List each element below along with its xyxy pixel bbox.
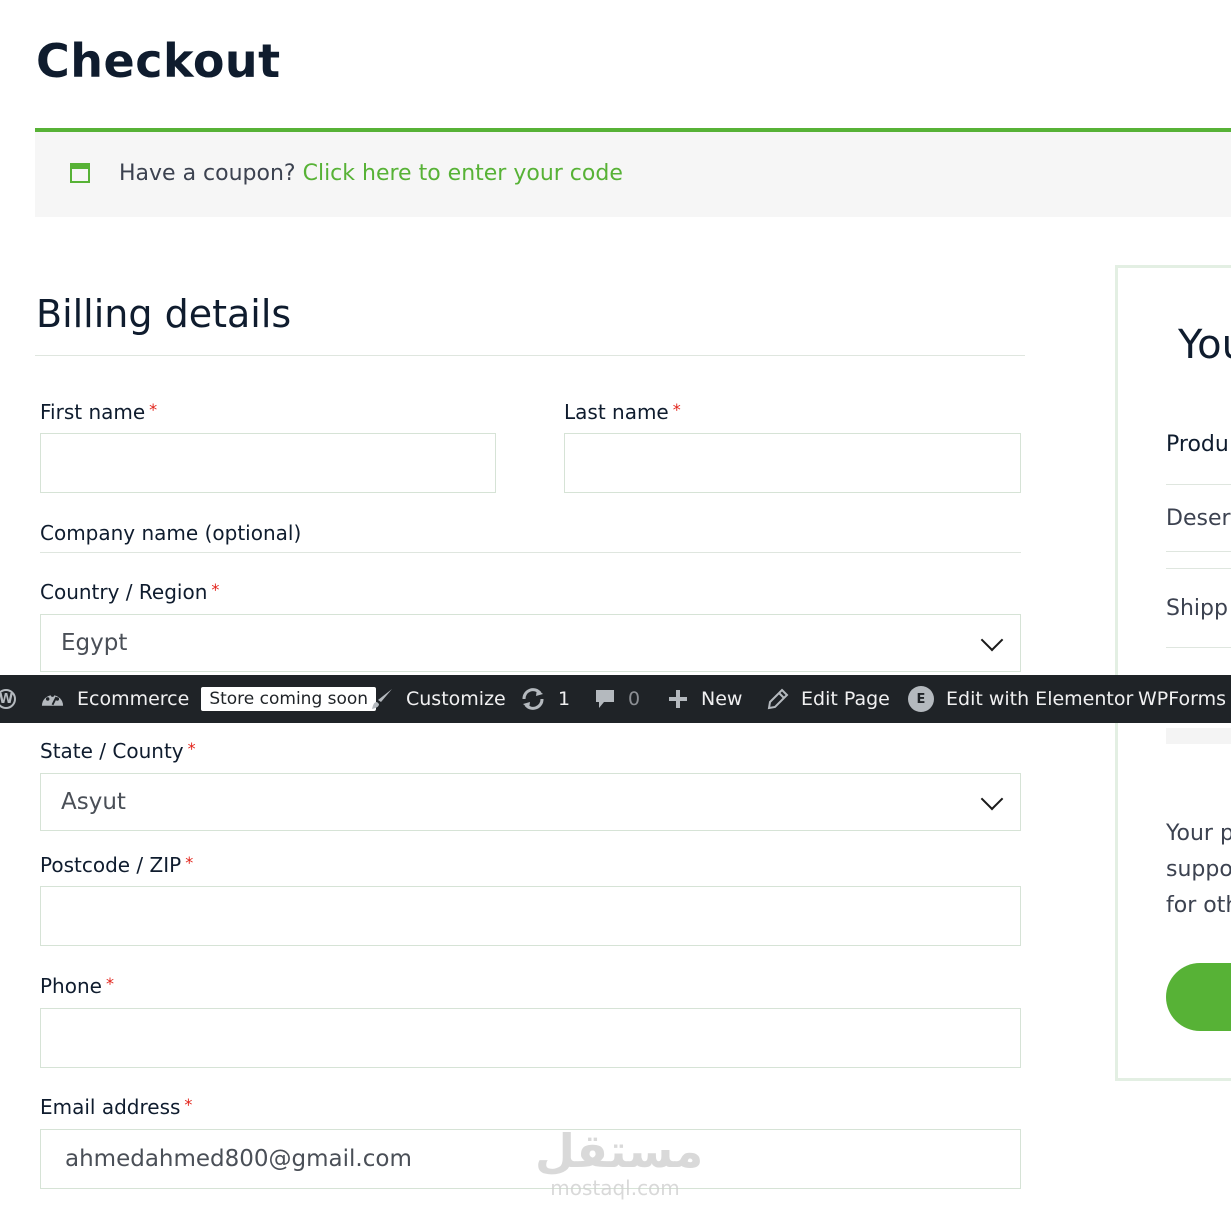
last-name-label-text: Last name bbox=[564, 400, 669, 424]
coupon-prompt: Have a coupon? bbox=[119, 161, 296, 186]
wpforms-menu[interactable]: WPForms bbox=[1138, 675, 1226, 723]
order-divider bbox=[1166, 551, 1231, 552]
dashboard-icon bbox=[41, 693, 64, 706]
required-marker: * bbox=[149, 400, 158, 419]
first-name-label: First name * bbox=[40, 400, 157, 424]
billing-details-heading: Billing details bbox=[36, 292, 292, 336]
state-label: State / County * bbox=[40, 739, 196, 763]
required-marker: * bbox=[185, 853, 194, 872]
required-marker: * bbox=[187, 739, 196, 758]
country-label: Country / Region * bbox=[40, 580, 219, 604]
billing-divider bbox=[35, 355, 1025, 356]
coupon-notice: Have a coupon? Click here to enter your … bbox=[35, 128, 1231, 217]
wordpress-menu[interactable]: W bbox=[0, 675, 16, 723]
required-marker: * bbox=[184, 1095, 193, 1114]
chevron-down-icon bbox=[980, 628, 1004, 652]
privacy-text: Your p suppo for oth bbox=[1166, 816, 1231, 924]
first-name-label-text: First name bbox=[40, 400, 146, 424]
refresh-icon bbox=[522, 688, 544, 710]
required-marker: * bbox=[105, 974, 114, 993]
order-divider bbox=[1166, 647, 1231, 648]
edit-elementor-label: Edit with Elementor bbox=[946, 688, 1134, 710]
order-review-heading: You bbox=[1178, 322, 1231, 368]
country-value: Egypt bbox=[61, 630, 128, 656]
first-name-input[interactable] bbox=[40, 433, 496, 493]
comment-icon bbox=[596, 690, 614, 708]
order-review-panel: You Produ Deser Shipp Your p suppo for o… bbox=[1115, 265, 1231, 1081]
country-label-text: Country / Region bbox=[40, 580, 208, 604]
email-value: ahmedahmed800@gmail.com bbox=[65, 1146, 412, 1172]
plus-icon bbox=[669, 690, 687, 708]
required-marker: * bbox=[672, 400, 681, 419]
new-content-menu[interactable]: New bbox=[667, 675, 742, 723]
privacy-line: Your p bbox=[1166, 821, 1231, 846]
payment-box bbox=[1166, 728, 1231, 744]
coupon-link[interactable]: Click here to enter your code bbox=[303, 161, 623, 186]
edit-page-link[interactable]: Edit Page bbox=[767, 675, 890, 723]
order-item-name: Deser bbox=[1166, 506, 1231, 531]
elementor-icon: E bbox=[908, 686, 934, 712]
postcode-input[interactable] bbox=[40, 886, 1021, 946]
watermark-latin: mostaql.com bbox=[550, 1176, 680, 1200]
country-select[interactable]: Egypt bbox=[40, 614, 1021, 672]
wp-admin-bar: W Ecommerce Store coming soon Customize … bbox=[0, 675, 1231, 723]
watermark-arabic: مستقل bbox=[535, 1124, 704, 1178]
order-product-header: Produ bbox=[1166, 432, 1229, 457]
email-input[interactable]: ahmedahmed800@gmail.com bbox=[40, 1129, 1021, 1189]
privacy-line: for oth bbox=[1166, 893, 1231, 918]
coupon-message: Have a coupon? Click here to enter your … bbox=[119, 161, 623, 186]
order-divider bbox=[1166, 568, 1231, 569]
pencil-icon bbox=[767, 688, 789, 710]
comments-count: 0 bbox=[628, 688, 641, 710]
privacy-line: suppo bbox=[1166, 857, 1231, 882]
customize-label: Customize bbox=[406, 688, 506, 710]
state-label-text: State / County bbox=[40, 739, 184, 763]
site-name-menu[interactable]: Ecommerce Store coming soon bbox=[40, 675, 377, 723]
wordpress-logo-icon: W bbox=[0, 689, 16, 709]
phone-label-text: Phone bbox=[40, 974, 102, 998]
state-value: Asyut bbox=[61, 789, 126, 815]
coupon-window-icon bbox=[70, 163, 90, 183]
chevron-down-icon bbox=[980, 787, 1004, 811]
comments-link[interactable]: 0 bbox=[594, 675, 640, 723]
updates-count: 1 bbox=[558, 688, 571, 710]
last-name-input[interactable] bbox=[564, 433, 1021, 493]
page-title: Checkout bbox=[36, 34, 281, 88]
watermark: مستقل mostaql.com bbox=[535, 1124, 704, 1200]
customize-link[interactable]: Customize bbox=[370, 675, 506, 723]
updates-link[interactable]: 1 bbox=[520, 675, 570, 723]
required-marker: * bbox=[211, 580, 220, 599]
last-name-label: Last name * bbox=[564, 400, 681, 424]
place-order-button[interactable] bbox=[1166, 963, 1231, 1031]
email-label-text: Email address bbox=[40, 1095, 181, 1119]
postcode-label-text: Postcode / ZIP bbox=[40, 853, 182, 877]
phone-input[interactable] bbox=[40, 1008, 1021, 1068]
order-shipping-label: Shipp bbox=[1166, 596, 1228, 621]
company-name-input[interactable] bbox=[40, 552, 1021, 553]
wpforms-label: WPForms bbox=[1138, 688, 1227, 710]
email-label: Email address * bbox=[40, 1095, 192, 1119]
edit-page-label: Edit Page bbox=[801, 688, 890, 710]
edit-with-elementor-link[interactable]: E Edit with Elementor bbox=[908, 675, 1133, 723]
state-select[interactable]: Asyut bbox=[40, 773, 1021, 831]
phone-label: Phone * bbox=[40, 974, 114, 998]
new-label: New bbox=[701, 688, 743, 710]
brush-icon bbox=[372, 689, 392, 709]
store-status-badge: Store coming soon bbox=[201, 687, 377, 711]
site-name: Ecommerce bbox=[77, 688, 190, 710]
postcode-label: Postcode / ZIP * bbox=[40, 853, 193, 877]
company-name-label: Company name (optional) bbox=[40, 521, 302, 545]
order-divider bbox=[1166, 484, 1231, 485]
